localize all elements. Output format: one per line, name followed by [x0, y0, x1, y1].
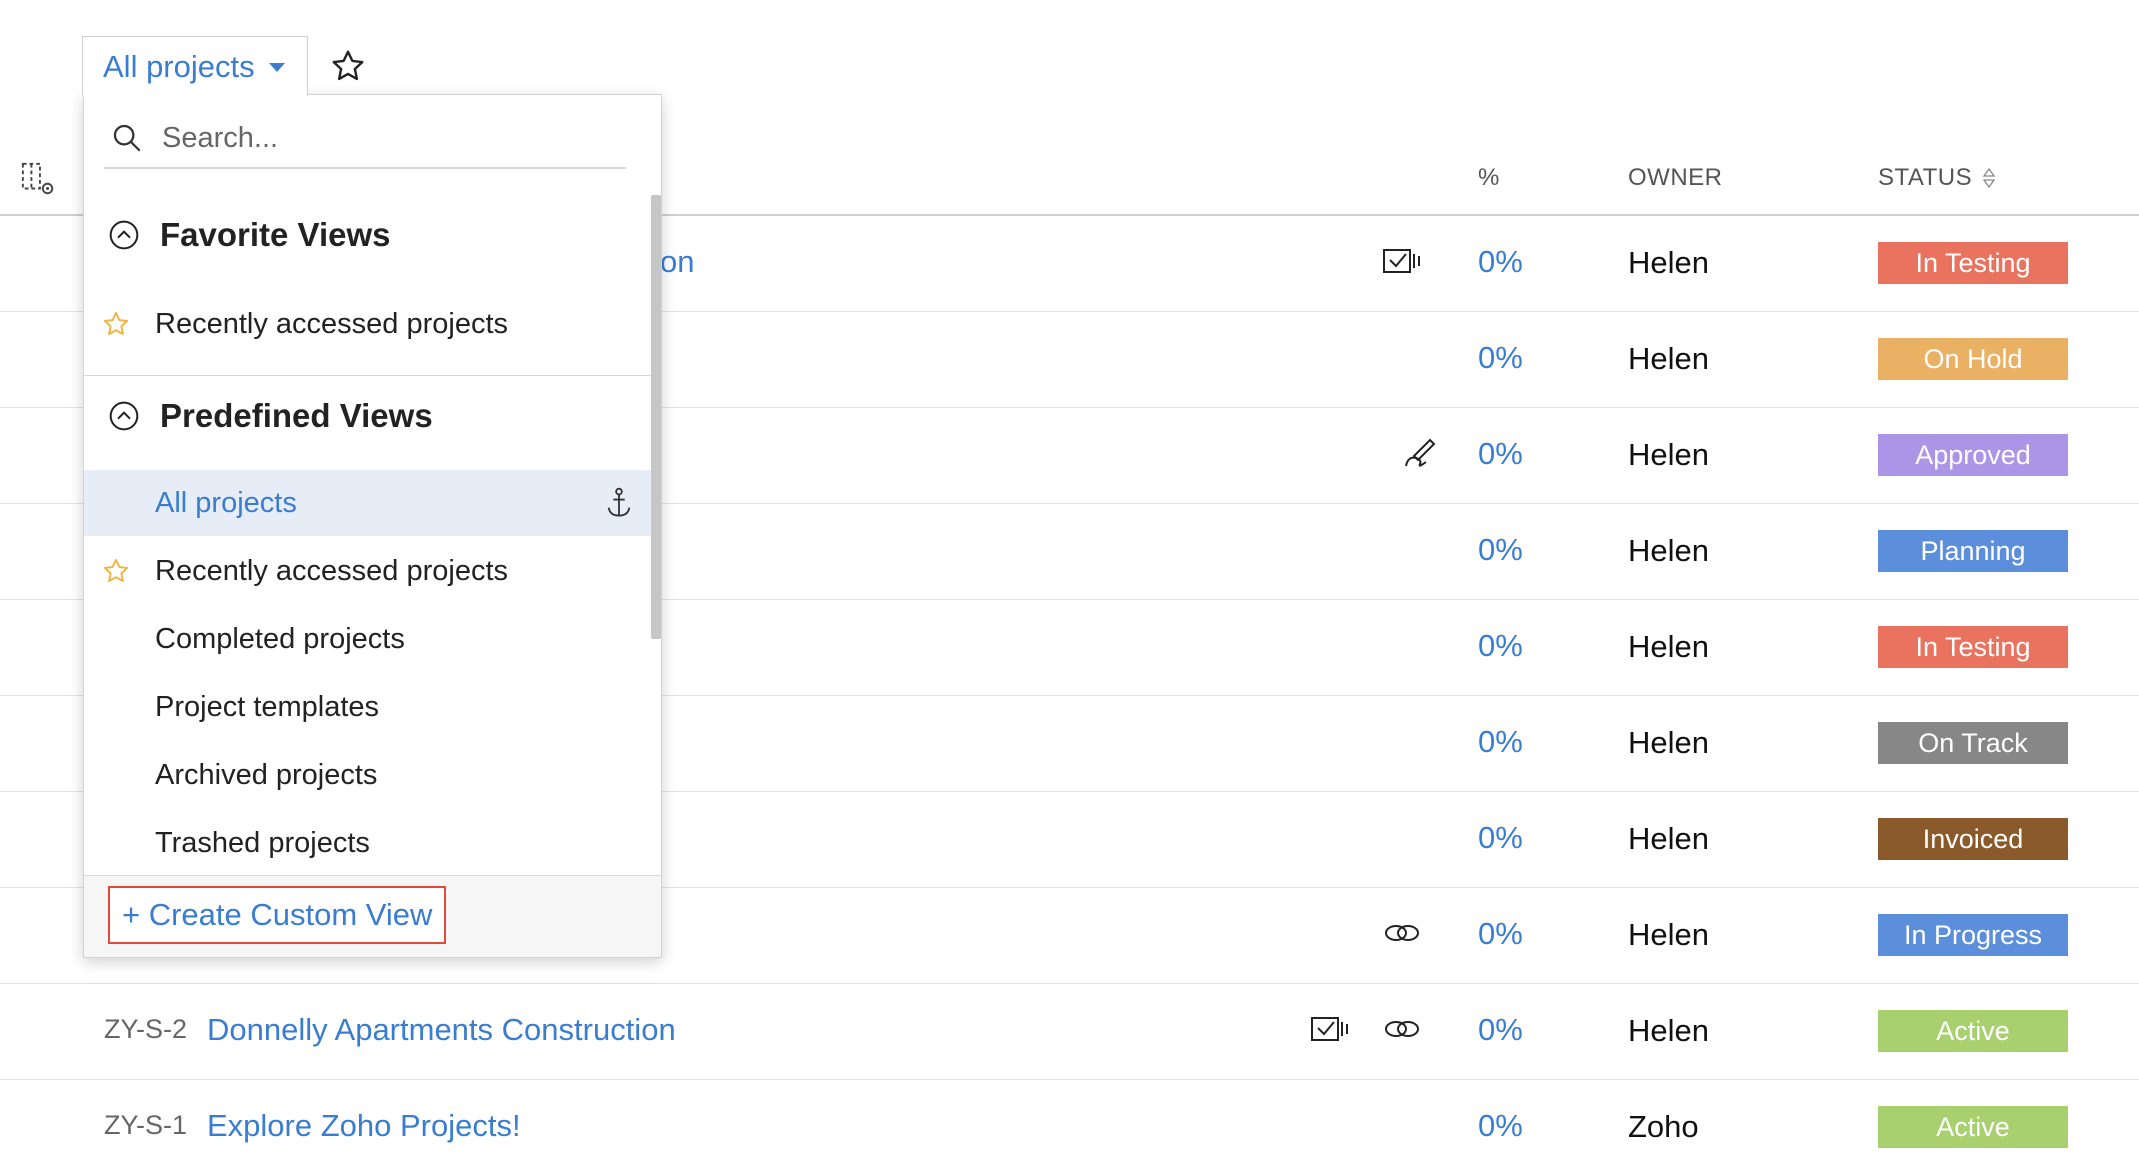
- project-id: ZY-S-2: [104, 1014, 188, 1044]
- link-icon[interactable]: [1382, 916, 1422, 950]
- view-item-label: Archived projects: [155, 758, 378, 791]
- create-custom-view-button[interactable]: + Create Custom View: [108, 886, 447, 944]
- view-item-label: Recently accessed projects: [155, 307, 508, 340]
- owner-name: Helen: [1628, 1013, 1709, 1048]
- column-header-owner[interactable]: OWNER: [1628, 164, 1723, 192]
- predefined-views-header[interactable]: Predefined Views: [84, 386, 651, 446]
- chevron-up-icon: [109, 401, 139, 431]
- percent-complete[interactable]: 0%: [1478, 532, 1523, 568]
- percent-complete[interactable]: 0%: [1478, 1012, 1523, 1048]
- table-row[interactable]: ZY-S-2 Donnelly Apartments Construction 0%…: [0, 984, 2139, 1080]
- star-icon: [103, 311, 129, 335]
- status-badge[interactable]: Invoiced: [1878, 818, 2068, 860]
- search-icon: [113, 124, 141, 152]
- status-badge[interactable]: Planning: [1878, 530, 2068, 572]
- owner-name: Helen: [1628, 533, 1709, 568]
- view-item-all-projects[interactable]: All projects: [84, 470, 651, 536]
- caret-down-icon: [268, 63, 285, 72]
- percent-complete[interactable]: 0%: [1478, 724, 1523, 760]
- view-item-label: Recently accessed projects: [155, 554, 508, 587]
- owner-name: Helen: [1628, 629, 1709, 664]
- sort-icon[interactable]: [1982, 167, 1996, 189]
- status-badge[interactable]: Active: [1878, 1106, 2068, 1148]
- view-switcher-label: All projects: [103, 48, 255, 84]
- dropdown-scrollbar[interactable]: [651, 195, 661, 639]
- column-header-status[interactable]: STATUS: [1878, 164, 1996, 192]
- view-switcher-button[interactable]: All projects: [82, 36, 308, 96]
- status-badge[interactable]: In Testing: [1878, 626, 2068, 668]
- percent-complete[interactable]: 0%: [1478, 244, 1523, 280]
- view-dropdown: Favorite Views Recently accessed project…: [83, 94, 662, 958]
- percent-complete[interactable]: 0%: [1478, 820, 1523, 856]
- view-item-label: Trashed projects: [155, 826, 370, 859]
- status-badge[interactable]: On Hold: [1878, 338, 2068, 380]
- link-icon[interactable]: [1382, 1012, 1422, 1046]
- owner-name: Helen: [1628, 725, 1709, 760]
- star-icon: [103, 558, 129, 582]
- favorite-views-label: Favorite Views: [160, 216, 391, 253]
- view-item-label: All projects: [155, 486, 297, 519]
- project-name-link[interactable]: Explore Zoho Projects!: [207, 1108, 521, 1144]
- anchor-icon[interactable]: [605, 487, 633, 519]
- table-row[interactable]: ZY-S-1 Explore Zoho Projects! 0% Zoho Active: [0, 1080, 2139, 1167]
- dropdown-footer: + Create Custom View: [84, 875, 661, 957]
- favorite-star-icon[interactable]: [330, 48, 366, 84]
- percent-complete[interactable]: 0%: [1478, 628, 1523, 664]
- view-item-label: Project templates: [155, 690, 380, 723]
- view-item-favorite-recent[interactable]: Recently accessed projects: [84, 291, 651, 357]
- owner-name: Helen: [1628, 821, 1709, 856]
- status-badge[interactable]: In Progress: [1878, 914, 2068, 956]
- view-search: [104, 109, 626, 169]
- percent-complete[interactable]: 0%: [1478, 916, 1523, 952]
- task-check-icon[interactable]: [1310, 1012, 1350, 1046]
- view-item-completed[interactable]: Completed projects: [84, 606, 651, 672]
- owner-name: Zoho: [1628, 1109, 1699, 1144]
- column-settings-icon[interactable]: [20, 160, 58, 198]
- status-badge[interactable]: Approved: [1878, 434, 2068, 476]
- view-item-templates[interactable]: Project templates: [84, 674, 651, 740]
- owner-name: Helen: [1628, 341, 1709, 376]
- chevron-up-icon: [109, 220, 139, 250]
- view-search-input[interactable]: [162, 121, 582, 155]
- signature-icon[interactable]: [1400, 436, 1440, 470]
- owner-name: Helen: [1628, 245, 1709, 280]
- view-item-recently-accessed[interactable]: Recently accessed projects: [84, 538, 651, 604]
- status-badge[interactable]: On Track: [1878, 722, 2068, 764]
- top-bar: All projects: [0, 0, 2139, 96]
- owner-name: Helen: [1628, 437, 1709, 472]
- view-item-trashed[interactable]: Trashed projects: [84, 810, 651, 876]
- project-name-link[interactable]: Donnelly Apartments Construction: [207, 1012, 676, 1048]
- percent-complete[interactable]: 0%: [1478, 1108, 1523, 1144]
- view-item-archived[interactable]: Archived projects: [84, 742, 651, 808]
- project-name-link[interactable]: on: [660, 244, 694, 280]
- column-header-percent[interactable]: %: [1478, 164, 1500, 192]
- task-check-icon[interactable]: [1382, 244, 1422, 278]
- column-header-status-label: STATUS: [1878, 164, 1973, 191]
- percent-complete[interactable]: 0%: [1478, 340, 1523, 376]
- favorite-views-header[interactable]: Favorite Views: [84, 205, 651, 265]
- status-badge[interactable]: In Testing: [1878, 242, 2068, 284]
- project-id: ZY-S-1: [104, 1110, 188, 1140]
- percent-complete[interactable]: 0%: [1478, 436, 1523, 472]
- status-badge[interactable]: Active: [1878, 1010, 2068, 1052]
- predefined-views-label: Predefined Views: [160, 397, 433, 434]
- owner-name: Helen: [1628, 917, 1709, 952]
- view-item-label: Completed projects: [155, 622, 405, 655]
- divider: [84, 375, 661, 376]
